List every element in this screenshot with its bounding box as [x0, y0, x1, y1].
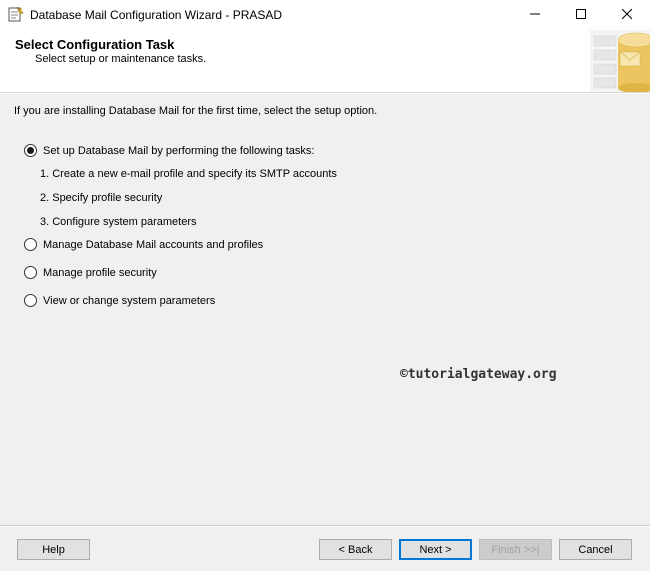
radio-button-checked[interactable]	[24, 144, 37, 157]
finish-button: Finish >>|	[479, 539, 552, 560]
intro-text: If you are installing Database Mail for …	[14, 105, 378, 117]
title-bar[interactable]: Database Mail Configuration Wizard - PRA…	[0, 0, 650, 30]
minimize-icon	[530, 8, 540, 22]
setup-step: 3. Configure system parameters	[40, 216, 197, 228]
wizard-header: Select Configuration Task Select setup o…	[0, 30, 650, 92]
close-button[interactable]	[604, 0, 650, 30]
page-subtitle: Select setup or maintenance tasks.	[35, 53, 207, 65]
watermark-text: ©tutorialgateway.org	[400, 367, 557, 382]
next-button[interactable]: Next >	[399, 539, 472, 560]
radio-manage-accounts-profiles[interactable]: Manage Database Mail accounts and profil…	[24, 238, 263, 251]
radio-button[interactable]	[24, 266, 37, 279]
radio-manage-profile-security[interactable]: Manage profile security	[24, 266, 157, 279]
radio-label: View or change system parameters	[43, 294, 216, 307]
radio-setup-database-mail[interactable]: Set up Database Mail by performing the f…	[24, 144, 314, 157]
maximize-button[interactable]	[558, 0, 604, 30]
back-button[interactable]: < Back	[319, 539, 392, 560]
setup-step: 2. Specify profile security	[40, 192, 163, 204]
header-divider-highlight	[0, 93, 650, 94]
footer-divider-highlight	[0, 526, 650, 527]
maximize-icon	[576, 8, 586, 22]
help-button[interactable]: Help	[17, 539, 90, 560]
radio-label: Set up Database Mail by performing the f…	[43, 144, 315, 157]
radio-button[interactable]	[24, 238, 37, 251]
setup-step: 1. Create a new e-mail profile and speci…	[40, 168, 337, 180]
wizard-window: Database Mail Configuration Wizard - PRA…	[0, 0, 650, 571]
radio-label: Manage profile security	[43, 266, 157, 279]
radio-button[interactable]	[24, 294, 37, 307]
minimize-button[interactable]	[512, 0, 558, 30]
radio-view-system-parameters[interactable]: View or change system parameters	[24, 294, 215, 307]
window-title: Database Mail Configuration Wizard - PRA…	[30, 8, 283, 22]
page-title: Select Configuration Task	[15, 37, 175, 52]
database-banner-graphic	[590, 30, 650, 92]
wizard-icon	[8, 6, 24, 23]
radio-label: Manage Database Mail accounts and profil…	[43, 238, 264, 251]
cancel-button[interactable]: Cancel	[559, 539, 632, 560]
close-icon	[621, 8, 633, 22]
